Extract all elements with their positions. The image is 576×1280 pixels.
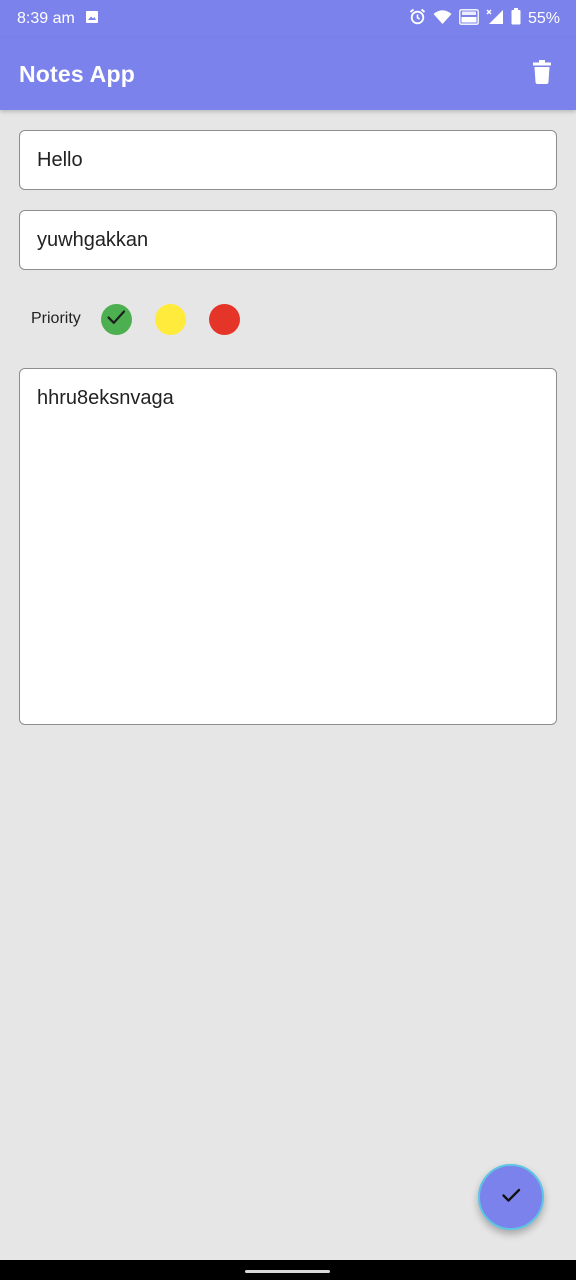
app-title: Notes App xyxy=(19,60,135,87)
navigation-bar xyxy=(0,1260,576,1280)
subtitle-input[interactable]: yuwhgakkan xyxy=(19,210,557,270)
battery-percent: 55% xyxy=(527,10,560,27)
check-icon xyxy=(105,306,127,333)
battery-icon xyxy=(511,8,521,30)
title-input-value: Hello xyxy=(37,148,83,171)
title-input[interactable]: Hello xyxy=(19,130,557,190)
note-body-input[interactable]: hhru8eksnvaga xyxy=(19,368,557,725)
priority-low-button[interactable] xyxy=(100,303,132,335)
check-icon xyxy=(499,1183,523,1212)
priority-selector: Priority xyxy=(31,303,263,335)
alarm-icon xyxy=(409,8,426,30)
priority-medium-button[interactable] xyxy=(154,303,186,335)
note-body-value: hhru8eksnvaga xyxy=(37,387,174,409)
trash-icon xyxy=(533,59,551,89)
wifi-icon xyxy=(433,9,452,30)
subtitle-input-value: yuwhgakkan xyxy=(37,228,149,251)
home-gesture-handle[interactable] xyxy=(245,1270,330,1273)
status-left: 8:39 am xyxy=(17,10,99,29)
app-bar: Notes App xyxy=(0,38,576,110)
image-icon xyxy=(85,10,99,29)
volte-icon xyxy=(459,8,479,30)
priority-label: Priority xyxy=(31,310,81,327)
status-time: 8:39 am xyxy=(17,10,75,27)
save-note-button[interactable] xyxy=(478,1164,544,1230)
priority-high-button[interactable] xyxy=(208,303,240,335)
status-right: 55% xyxy=(409,8,560,30)
signal-icon xyxy=(486,9,504,30)
delete-button[interactable] xyxy=(527,59,557,89)
status-bar: 8:39 am 55% xyxy=(0,0,576,38)
